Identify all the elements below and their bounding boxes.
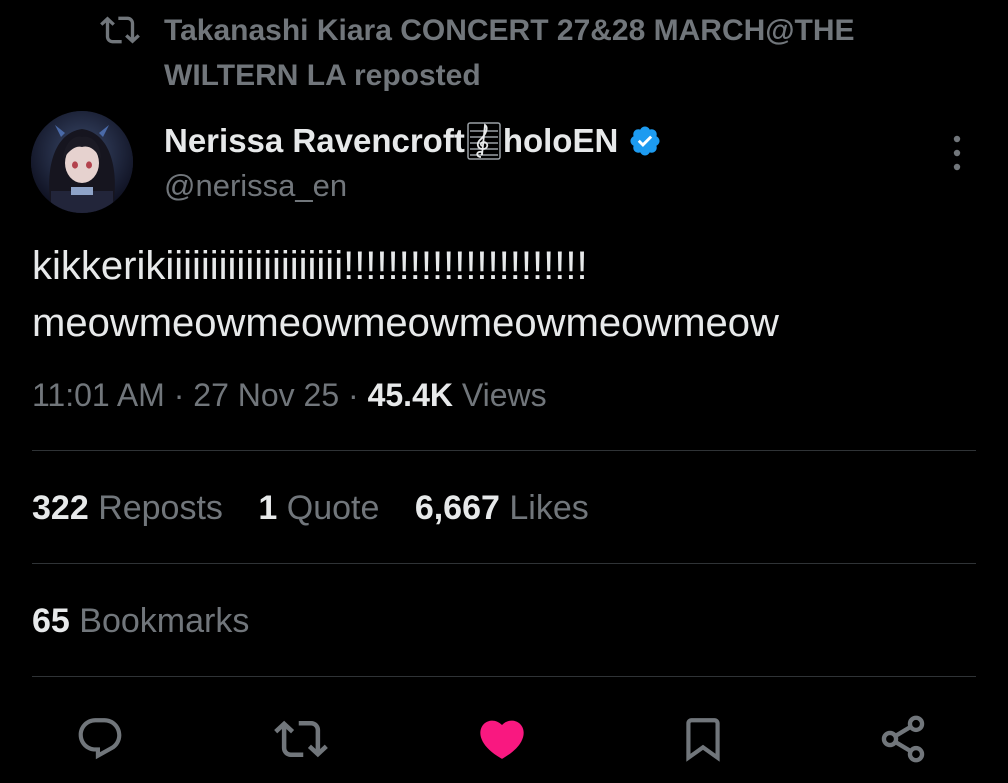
likes-label: Likes xyxy=(509,489,589,527)
tweet-text-line-2: meowmeowmeowmeowmeowmeowmeow xyxy=(32,301,779,345)
tweet-time[interactable]: 11:01 AM xyxy=(32,377,165,413)
quotes-stat[interactable]: 1 Quote xyxy=(258,485,379,531)
treble-clef-emoji-icon xyxy=(467,122,501,160)
share-button[interactable] xyxy=(876,712,930,766)
author-handle[interactable]: @nerissa_en xyxy=(164,168,662,204)
display-name[interactable]: Nerissa Ravencroft xyxy=(164,122,465,160)
tweet-text-line-1: kikkerikiiiiiiiiiiiiiiiiiiii!!!!!!!!!!!!… xyxy=(32,244,588,288)
author-info[interactable]: Nerissa Ravencroft holoEN @nerissa_en xyxy=(164,118,662,204)
divider xyxy=(32,450,976,451)
display-name-suffix[interactable]: holoEN xyxy=(503,122,618,160)
engagement-stats: 322 Reposts 1 Quote 6,667 Likes xyxy=(32,485,615,531)
repost-icon xyxy=(274,720,328,758)
bookmarks-count: 65 xyxy=(32,602,70,640)
like-icon xyxy=(480,720,524,759)
tweet-text: kikkerikiiiiiiiiiiiiiiiiiiii!!!!!!!!!!!!… xyxy=(32,238,982,352)
meta-separator: · xyxy=(173,377,185,413)
avatar-image xyxy=(31,111,133,213)
action-bar xyxy=(0,712,1008,766)
likes-count: 6,667 xyxy=(414,489,500,527)
verified-badge-icon xyxy=(630,126,660,156)
bookmarks-label: Bookmarks xyxy=(79,602,250,640)
reply-icon xyxy=(78,718,122,760)
reposts-label: Reposts xyxy=(98,489,223,527)
divider xyxy=(32,563,976,564)
meta-separator: · xyxy=(348,377,359,413)
more-options-icon[interactable] xyxy=(945,133,969,173)
repost-banner-icon xyxy=(100,16,140,44)
reposts-count: 322 xyxy=(32,489,89,527)
tweet-date[interactable]: 27 Nov 25 xyxy=(193,377,339,413)
quotes-count: 1 xyxy=(258,489,278,527)
likes-stat[interactable]: 6,667 Likes xyxy=(415,485,589,531)
bookmark-button[interactable] xyxy=(676,712,730,766)
repost-banner-text: Takanashi Kiara CONCERT 27&28 MARCH@THE … xyxy=(164,14,855,92)
share-icon xyxy=(881,715,925,763)
divider xyxy=(32,676,976,677)
bookmarks-stat[interactable]: 65 Bookmarks xyxy=(32,598,249,644)
tweet-meta: 11:01 AM · 27 Nov 25 · 45.4K Views xyxy=(32,372,547,418)
views-count: 45.4K xyxy=(367,377,453,413)
views-label: Views xyxy=(461,377,547,413)
repost-banner[interactable]: Takanashi Kiara CONCERT 27&28 MARCH@THE … xyxy=(100,8,960,98)
display-name-row[interactable]: Nerissa Ravencroft holoEN xyxy=(164,118,662,164)
bookmark-icon xyxy=(686,718,720,762)
reply-button[interactable] xyxy=(73,712,127,766)
quotes-label: Quote xyxy=(286,489,380,527)
avatar[interactable] xyxy=(31,111,133,213)
like-button[interactable] xyxy=(475,712,529,766)
reposts-stat[interactable]: 322 Reposts xyxy=(32,485,223,531)
repost-button[interactable] xyxy=(274,712,328,766)
